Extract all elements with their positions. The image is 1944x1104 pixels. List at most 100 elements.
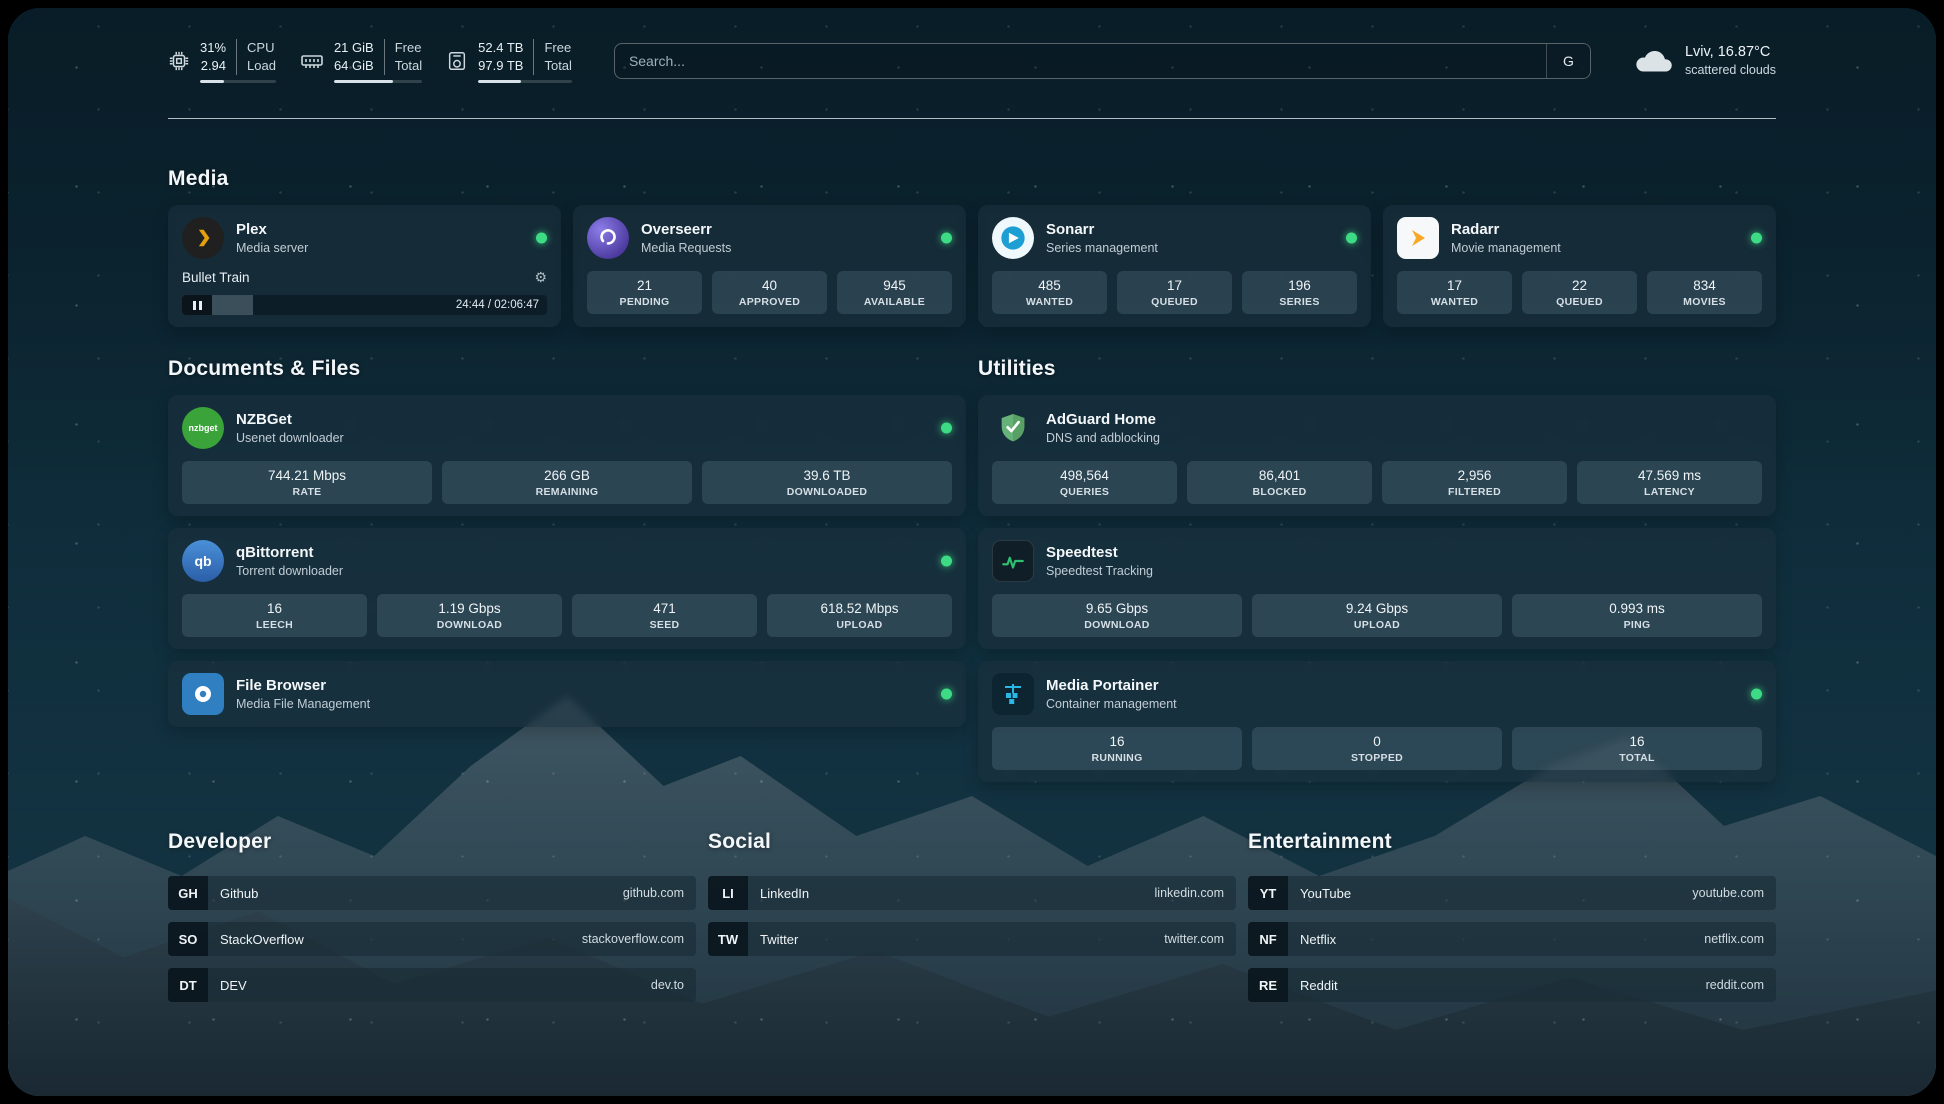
filebrowser-icon	[182, 673, 224, 715]
nzbget-icon: nzbget	[182, 407, 224, 449]
bookmark-dev[interactable]: DT DEV dev.to	[168, 968, 696, 1002]
bookmark-stackoverflow[interactable]: SO StackOverflow stackoverflow.com	[168, 922, 696, 956]
bookmark-url: twitter.com	[1164, 932, 1224, 946]
bookmark-reddit[interactable]: RE Reddit reddit.com	[1248, 968, 1776, 1002]
media-grid: Plex Media server Bullet Train ⚙ 24:44 /…	[168, 205, 1776, 327]
bookmark-name: LinkedIn	[760, 886, 809, 901]
bookmark-abbr: DT	[168, 968, 208, 1002]
stat-label: DOWNLOADED	[706, 486, 948, 498]
stat-value: 266 GB	[446, 468, 688, 483]
bookmark-linkedin[interactable]: LI LinkedIn linkedin.com	[708, 876, 1236, 910]
bookmark-abbr: SO	[168, 922, 208, 956]
stat-approved: 40 APPROVED	[712, 271, 827, 314]
stat-value: 47.569 ms	[1581, 468, 1758, 483]
stat-label: SERIES	[1246, 296, 1353, 308]
radarr-stats: 17 WANTED 22 QUEUED 834 MOVIES	[1397, 271, 1762, 314]
bookmark-name: YouTube	[1300, 886, 1351, 901]
stat-running: 16 RUNNING	[992, 727, 1242, 770]
memory-free-value: 21 GiB	[334, 39, 374, 57]
disk-usage-bar	[478, 80, 572, 83]
bookmark-name: StackOverflow	[220, 932, 304, 947]
bookmark-github[interactable]: GH Github github.com	[168, 876, 696, 910]
speedtest-card[interactable]: Speedtest Speedtest Tracking 9.65 Gbps D…	[978, 528, 1776, 649]
app-subtitle: Torrent downloader	[236, 564, 343, 578]
section-title-utilities: Utilities	[978, 357, 1776, 381]
app-subtitle: Container management	[1046, 697, 1177, 711]
memory-usage-bar-fill	[334, 80, 393, 83]
bookmark-twitter[interactable]: TW Twitter twitter.com	[708, 922, 1236, 956]
stat-label: QUEUED	[1121, 296, 1228, 308]
status-dot	[1751, 689, 1762, 700]
app-subtitle: Movie management	[1451, 241, 1561, 255]
adguard-card[interactable]: AdGuard Home DNS and adblocking 498,564 …	[978, 395, 1776, 516]
disk-total-label: Total	[544, 57, 571, 75]
stat-remaining: 266 GB REMAINING	[442, 461, 692, 504]
status-dot	[941, 423, 952, 434]
stat-label: DOWNLOAD	[996, 619, 1238, 631]
bookmark-url: dev.to	[651, 978, 684, 992]
stat-wanted: 485 WANTED	[992, 271, 1107, 314]
stat-label: PENDING	[591, 296, 698, 308]
qbittorrent-card[interactable]: qb qBittorrent Torrent downloader 16	[168, 528, 966, 649]
plex-icon	[182, 217, 224, 259]
bookmark-youtube[interactable]: YT YouTube youtube.com	[1248, 876, 1776, 910]
section-title-media: Media	[168, 167, 1776, 191]
stat-label: PING	[1516, 619, 1758, 631]
radarr-card[interactable]: Radarr Movie management 17 WANTED 22 QUE…	[1383, 205, 1776, 327]
stat-leech: 16 LEECH	[182, 594, 367, 637]
stat-label: AVAILABLE	[841, 296, 948, 308]
playback-progress-bar[interactable]: 24:44 / 02:06:47	[182, 295, 547, 315]
qbittorrent-stats: 16 LEECH 1.19 Gbps DOWNLOAD 471 SEED	[182, 594, 952, 637]
stat-ping: 0.993 ms PING	[1512, 594, 1762, 637]
stat-stopped: 0 STOPPED	[1252, 727, 1502, 770]
bookmark-abbr: GH	[168, 876, 208, 910]
gear-icon[interactable]: ⚙	[534, 269, 547, 286]
stat-seed: 471 SEED	[572, 594, 757, 637]
disk-free-value: 52.4 TB	[478, 39, 523, 57]
stat-value: 9.24 Gbps	[1256, 601, 1498, 616]
stat-label: WANTED	[996, 296, 1103, 308]
status-dot	[1346, 233, 1357, 244]
bookmark-abbr: LI	[708, 876, 748, 910]
app-name: File Browser	[236, 677, 370, 694]
filebrowser-card[interactable]: File Browser Media File Management	[168, 661, 966, 727]
bookmark-url: reddit.com	[1706, 978, 1764, 992]
adguard-stats: 498,564 QUERIES 86,401 BLOCKED 2,956 FIL…	[992, 461, 1762, 504]
stat-rate: 744.21 Mbps RATE	[182, 461, 432, 504]
cloud-icon	[1633, 46, 1675, 76]
stat-label: RATE	[186, 486, 428, 498]
stat-value: 834	[1651, 278, 1758, 293]
section-title-developer: Developer	[168, 830, 696, 854]
search-provider-button[interactable]: G	[1546, 44, 1590, 78]
cpu-load-value: 2.94	[201, 57, 226, 75]
cpu-percent-value: 31%	[200, 39, 226, 57]
portainer-card[interactable]: Media Portainer Container management 16 …	[978, 661, 1776, 782]
cpu-label: CPU	[247, 39, 276, 57]
stat-movies: 834 MOVIES	[1647, 271, 1762, 314]
plex-card[interactable]: Plex Media server Bullet Train ⚙ 24:44 /…	[168, 205, 561, 327]
status-dot	[1751, 233, 1762, 244]
overseerr-card[interactable]: Overseerr Media Requests 21 PENDING 40 A…	[573, 205, 966, 327]
stat-value: 16	[996, 734, 1238, 749]
stat-value: 744.21 Mbps	[186, 468, 428, 483]
stat-value: 40	[716, 278, 823, 293]
stat-label: LATENCY	[1581, 486, 1758, 498]
stat-value: 16	[186, 601, 363, 616]
status-dot	[941, 233, 952, 244]
status-dot	[941, 689, 952, 700]
sonarr-stats: 485 WANTED 17 QUEUED 196 SERIES	[992, 271, 1357, 314]
weather-widget: Lviv, 16.87°C scattered clouds	[1633, 43, 1776, 78]
pause-button[interactable]	[182, 295, 212, 315]
nzbget-card[interactable]: nzbget NZBGet Usenet downloader 744.21 M…	[168, 395, 966, 516]
search-input[interactable]	[615, 44, 1546, 78]
bookmark-netflix[interactable]: NF Netflix netflix.com	[1248, 922, 1776, 956]
stat-value: 618.52 Mbps	[771, 601, 948, 616]
disk-widget: 52.4 TB 97.9 TB Free Total	[446, 39, 572, 82]
stat-value: 21	[591, 278, 698, 293]
bookmark-url: youtube.com	[1692, 886, 1764, 900]
bookmark-name: Reddit	[1300, 978, 1338, 993]
speedtest-stats: 9.65 Gbps DOWNLOAD 9.24 Gbps UPLOAD 0.99…	[992, 594, 1762, 637]
sonarr-card[interactable]: Sonarr Series management 485 WANTED 17 Q…	[978, 205, 1371, 327]
bookmark-name: Netflix	[1300, 932, 1336, 947]
radarr-icon	[1397, 217, 1439, 259]
